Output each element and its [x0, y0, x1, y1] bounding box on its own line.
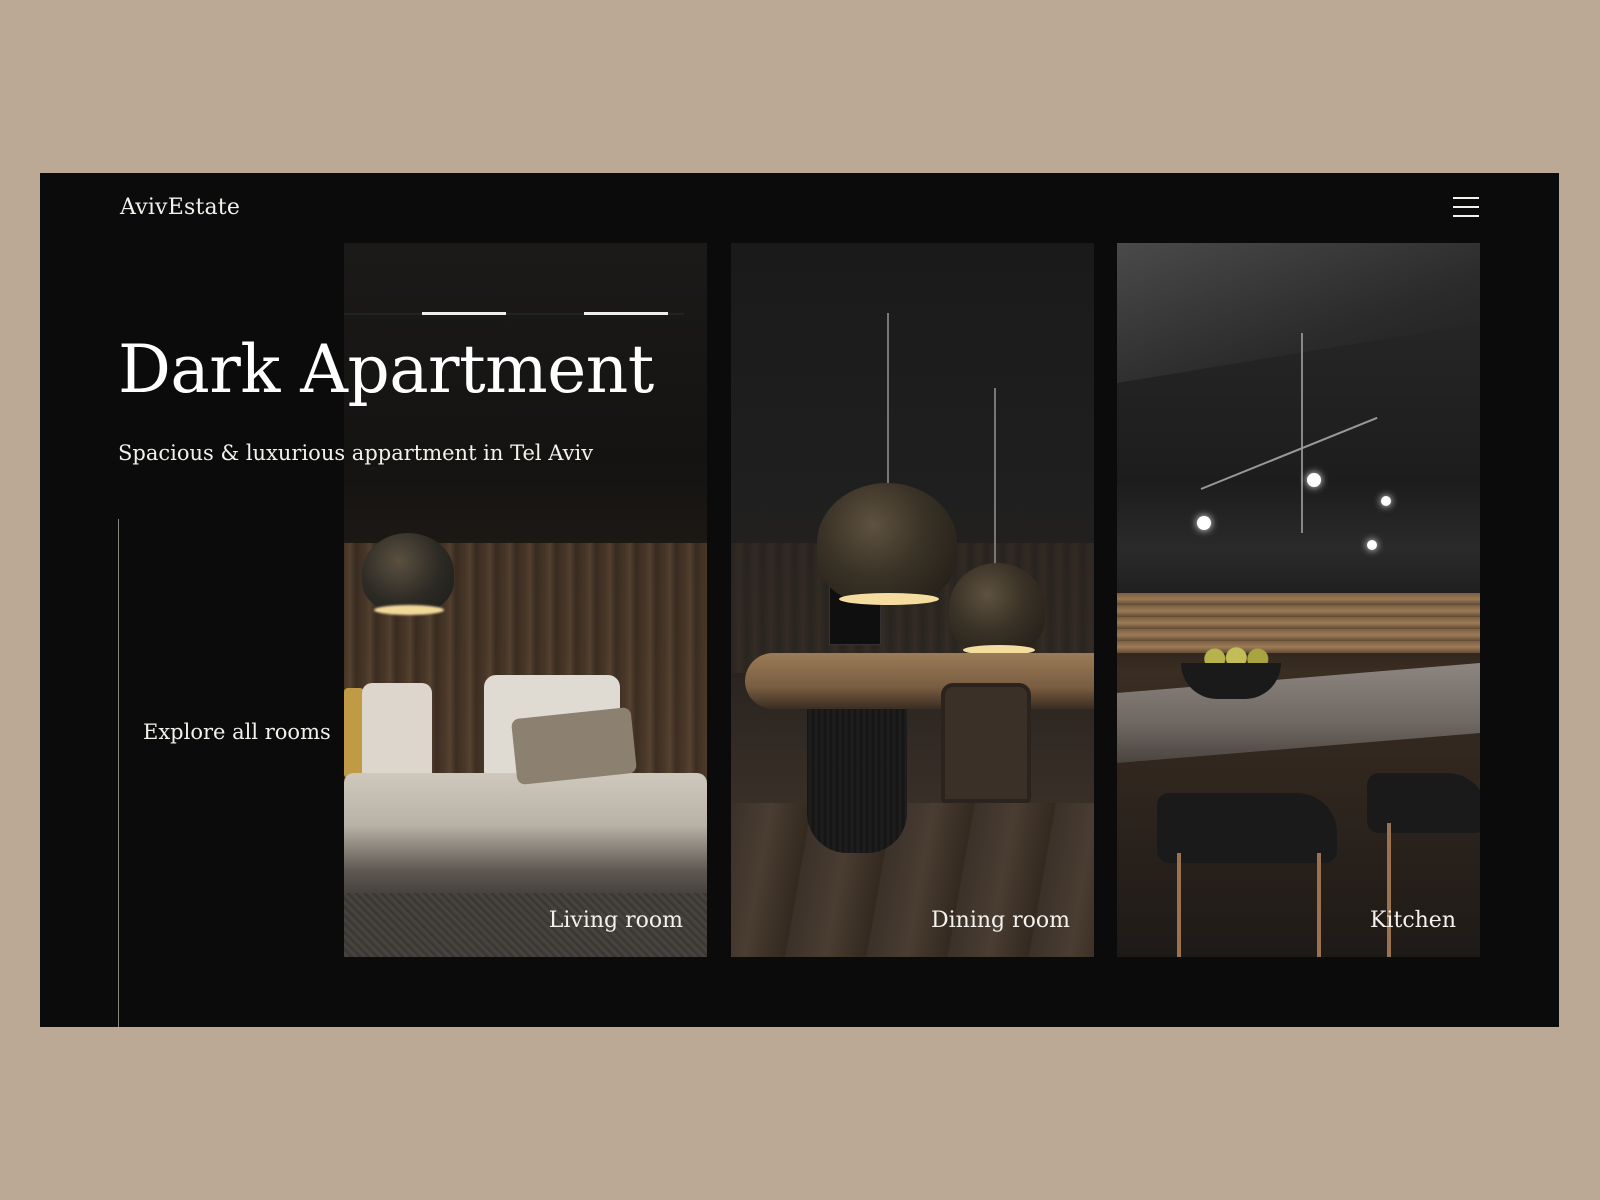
menu-line: [1453, 206, 1479, 208]
page-title: Dark Apartment: [118, 331, 654, 408]
page-subtitle: Spacious & luxurious appartment in Tel A…: [118, 441, 594, 465]
room-card-kitchen[interactable]: Kitchen: [1117, 243, 1480, 957]
hero-frame: AvivEstate Living room Dining room Kitch…: [40, 173, 1559, 1027]
room-card-label: Dining room: [931, 908, 1070, 933]
dining-room-image: [731, 243, 1094, 957]
logo[interactable]: AvivEstate: [120, 195, 240, 220]
kitchen-image: [1117, 243, 1480, 957]
room-card-label: Kitchen: [1370, 908, 1456, 933]
hamburger-menu-icon[interactable]: [1453, 197, 1479, 217]
vertical-divider: [118, 519, 119, 1027]
explore-all-rooms-link[interactable]: Explore all rooms: [143, 720, 331, 744]
room-card-label: Living room: [548, 908, 683, 933]
room-card-dining-room[interactable]: Dining room: [731, 243, 1094, 957]
menu-line: [1453, 215, 1479, 217]
menu-line: [1453, 197, 1479, 199]
